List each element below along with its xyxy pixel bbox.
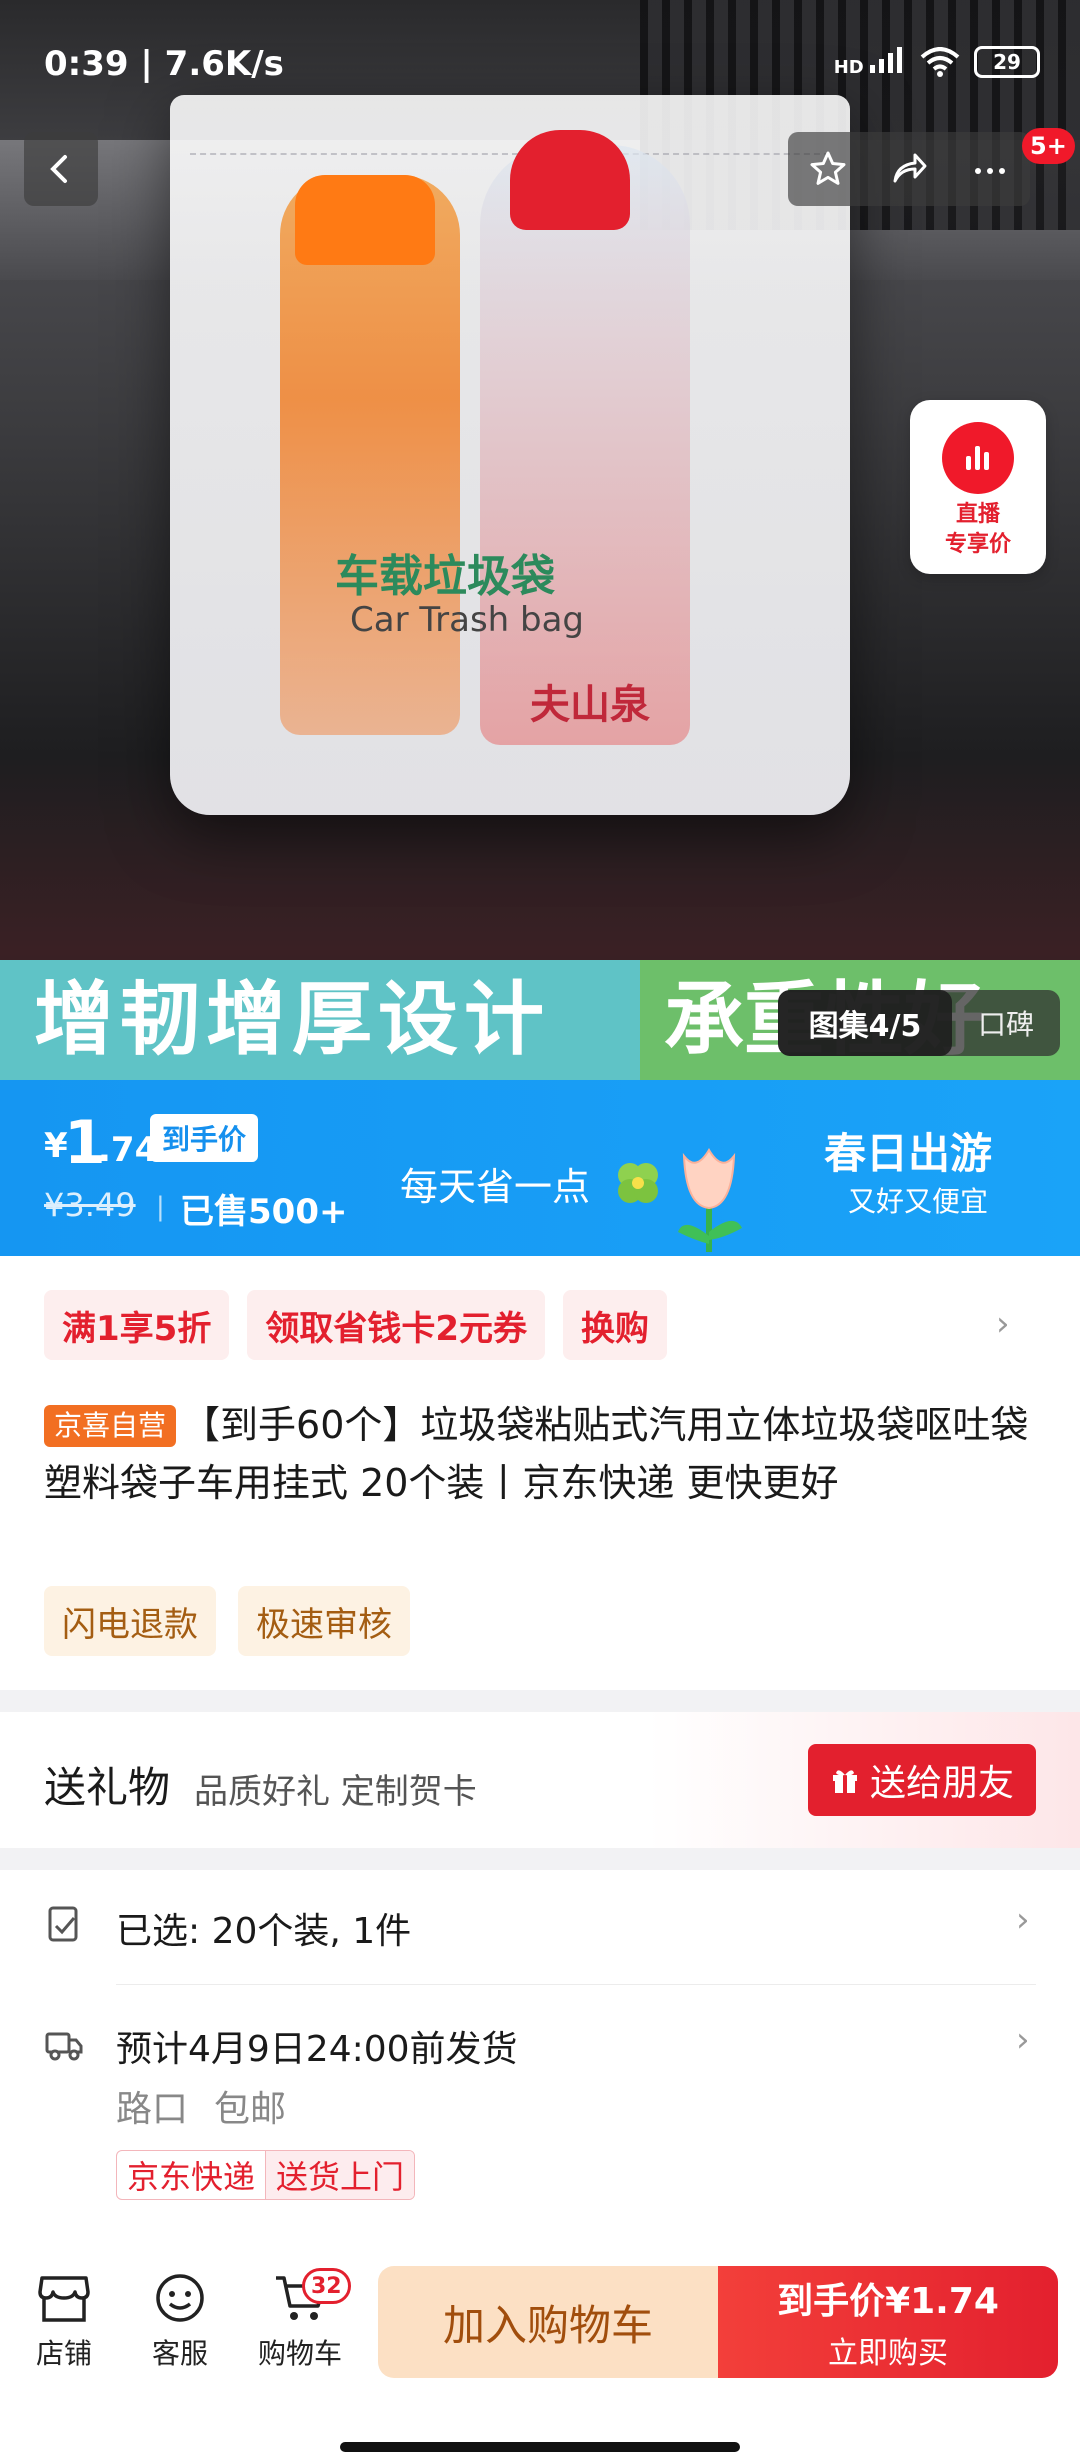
- divider: [116, 1984, 1036, 1985]
- live-price-button[interactable]: 直播 专享价: [910, 400, 1046, 574]
- chevron-left-icon: [50, 155, 67, 183]
- add-to-cart-button[interactable]: 加入购物车: [378, 2266, 718, 2378]
- product-title: 京喜自营 【到手60个】垃圾袋粘贴式汽用立体垃圾袋呕吐袋塑料袋子车用挂式 20个装…: [44, 1396, 1044, 1512]
- buy-now-button[interactable]: 到手价¥1.74 立即购买: [718, 2266, 1058, 2378]
- coupon-discount[interactable]: 满1享5折: [44, 1290, 230, 1360]
- water-bottle: [480, 145, 690, 745]
- bottle-print: 夫山泉: [530, 682, 650, 728]
- tag-door-delivery: 送货上门: [265, 2151, 415, 2199]
- original-price: ¥3.49: [44, 1186, 136, 1224]
- product-title-text: 【到手60个】垃圾袋粘贴式汽用立体垃圾袋呕吐袋塑料袋子车用挂式 20个装丨京东快…: [44, 1403, 1029, 1505]
- customer-service-icon: [156, 2274, 204, 2322]
- orange-cap: [295, 175, 435, 265]
- product-info-card: 满1享5折 领取省钱卡2元券 换购 › 京喜自营 【到手60个】垃圾袋粘贴式汽用立…: [0, 1256, 1080, 1690]
- message-badge: 5+: [1022, 128, 1075, 164]
- feature-fast-review: 极速审核: [238, 1586, 410, 1656]
- gift-title: 送礼物: [44, 1763, 171, 1812]
- coupon-row[interactable]: 满1享5折 领取省钱卡2元券 换购: [44, 1290, 667, 1360]
- spec-icon: [48, 1906, 78, 1942]
- coupon-savings-card[interactable]: 领取省钱卡2元券: [247, 1290, 545, 1360]
- coupon-exchange[interactable]: 换购: [563, 1290, 667, 1360]
- chevron-right-icon[interactable]: ›: [1016, 1900, 1030, 1940]
- shop-label: 店铺: [35, 2337, 92, 2370]
- send-gift-label: 送给朋友: [869, 1763, 1014, 1804]
- tulip-icon: [678, 1148, 742, 1252]
- price-bar: ¥ 1 .74 到手价 ¥3.49 | 已售500+ 每天省一点 春日出游 又好…: [0, 1080, 1080, 1256]
- cart-count-badge: 32: [302, 2268, 351, 2304]
- red-cap: [510, 130, 630, 230]
- battery-icon: 29: [974, 46, 1040, 78]
- promo-title: 春日出游: [824, 1129, 993, 1178]
- more-icon[interactable]: [970, 149, 1010, 189]
- top-actions: [788, 132, 1030, 206]
- bag-seal-strip: [190, 115, 830, 155]
- tag-jd-express: 京东快递: [127, 2158, 256, 2196]
- delivery-tags: 京东快递 送货上门: [116, 2150, 416, 2200]
- promo-subtitle: 又好又便宜: [848, 1185, 989, 1218]
- options-section: 已选: 20个装, 1件 › 预计4月9日24:00前发货 › 路口 包邮 京东…: [0, 1870, 1080, 2262]
- back-button[interactable]: [24, 132, 98, 206]
- home-indicator[interactable]: [340, 2442, 740, 2452]
- review-tab[interactable]: 口碑: [952, 990, 1060, 1056]
- banner-left-text: 增韧增厚设计: [0, 960, 640, 1080]
- live-sublabel: 专享价: [944, 532, 1011, 557]
- service-button[interactable]: 客服: [130, 2272, 230, 2372]
- status-time: 0:39 | 7.6K/s: [44, 44, 284, 84]
- chevron-right-icon[interactable]: ›: [1016, 2020, 1030, 2060]
- price-tag: 到手价: [150, 1114, 259, 1162]
- shop-button[interactable]: 店铺: [14, 2272, 114, 2372]
- status-bar: 0:39 | 7.6K/s HD 29: [0, 0, 1080, 120]
- album-switcher[interactable]: 图集4/5 口碑: [778, 990, 1060, 1056]
- bag-print-cn: 车载垃圾袋: [335, 551, 555, 602]
- gift-icon: [832, 1770, 857, 1793]
- bottom-action-bar: 店铺 客服 购物车 32 加入购物车 到手价¥1.74 立即购买: [0, 2238, 1080, 2460]
- live-label: 直播: [955, 502, 1000, 527]
- shop-icon: [38, 2276, 90, 2322]
- cart-label: 购物车: [257, 2337, 342, 2370]
- service-features: 闪电退款 极速审核: [44, 1586, 410, 1656]
- service-label: 客服: [151, 2337, 208, 2370]
- promo-slogan: 每天省一点: [400, 1165, 591, 1209]
- buy-now-price: 到手价¥1.74: [777, 2281, 999, 2322]
- live-icon: [942, 422, 1014, 494]
- gift-section: 送礼物 品质好礼 定制贺卡 送给朋友: [0, 1712, 1080, 1848]
- status-icons: HD 29: [834, 46, 1040, 78]
- send-gift-button[interactable]: 送给朋友: [808, 1744, 1036, 1816]
- price-divider: |: [156, 1192, 165, 1222]
- buy-now-label: 立即购买: [828, 2336, 948, 2371]
- star-icon[interactable]: [808, 149, 848, 189]
- ship-fee: 包邮: [214, 2089, 287, 2130]
- bag-print-en: Car Trash bag: [350, 600, 585, 640]
- sold-count: 已售500+: [180, 1192, 348, 1232]
- selected-spec-text: 已选: 20个装, 1件: [116, 1911, 412, 1952]
- chevron-right-icon[interactable]: ›: [996, 1304, 1010, 1344]
- gift-subtitle: 品质好礼 定制贺卡: [194, 1772, 477, 1812]
- truck-icon: [45, 2032, 83, 2061]
- self-operated-badge: 京喜自营: [44, 1405, 177, 1447]
- ship-location: 路口: [116, 2089, 189, 2130]
- signal-icon: HD: [834, 46, 906, 78]
- album-counter[interactable]: 图集4/5: [778, 990, 952, 1056]
- wifi-icon: [920, 47, 960, 77]
- share-icon[interactable]: [889, 149, 929, 189]
- ship-date: 预计4月9日24:00前发货: [116, 2029, 518, 2070]
- feature-fast-refund: 闪电退款: [44, 1586, 216, 1656]
